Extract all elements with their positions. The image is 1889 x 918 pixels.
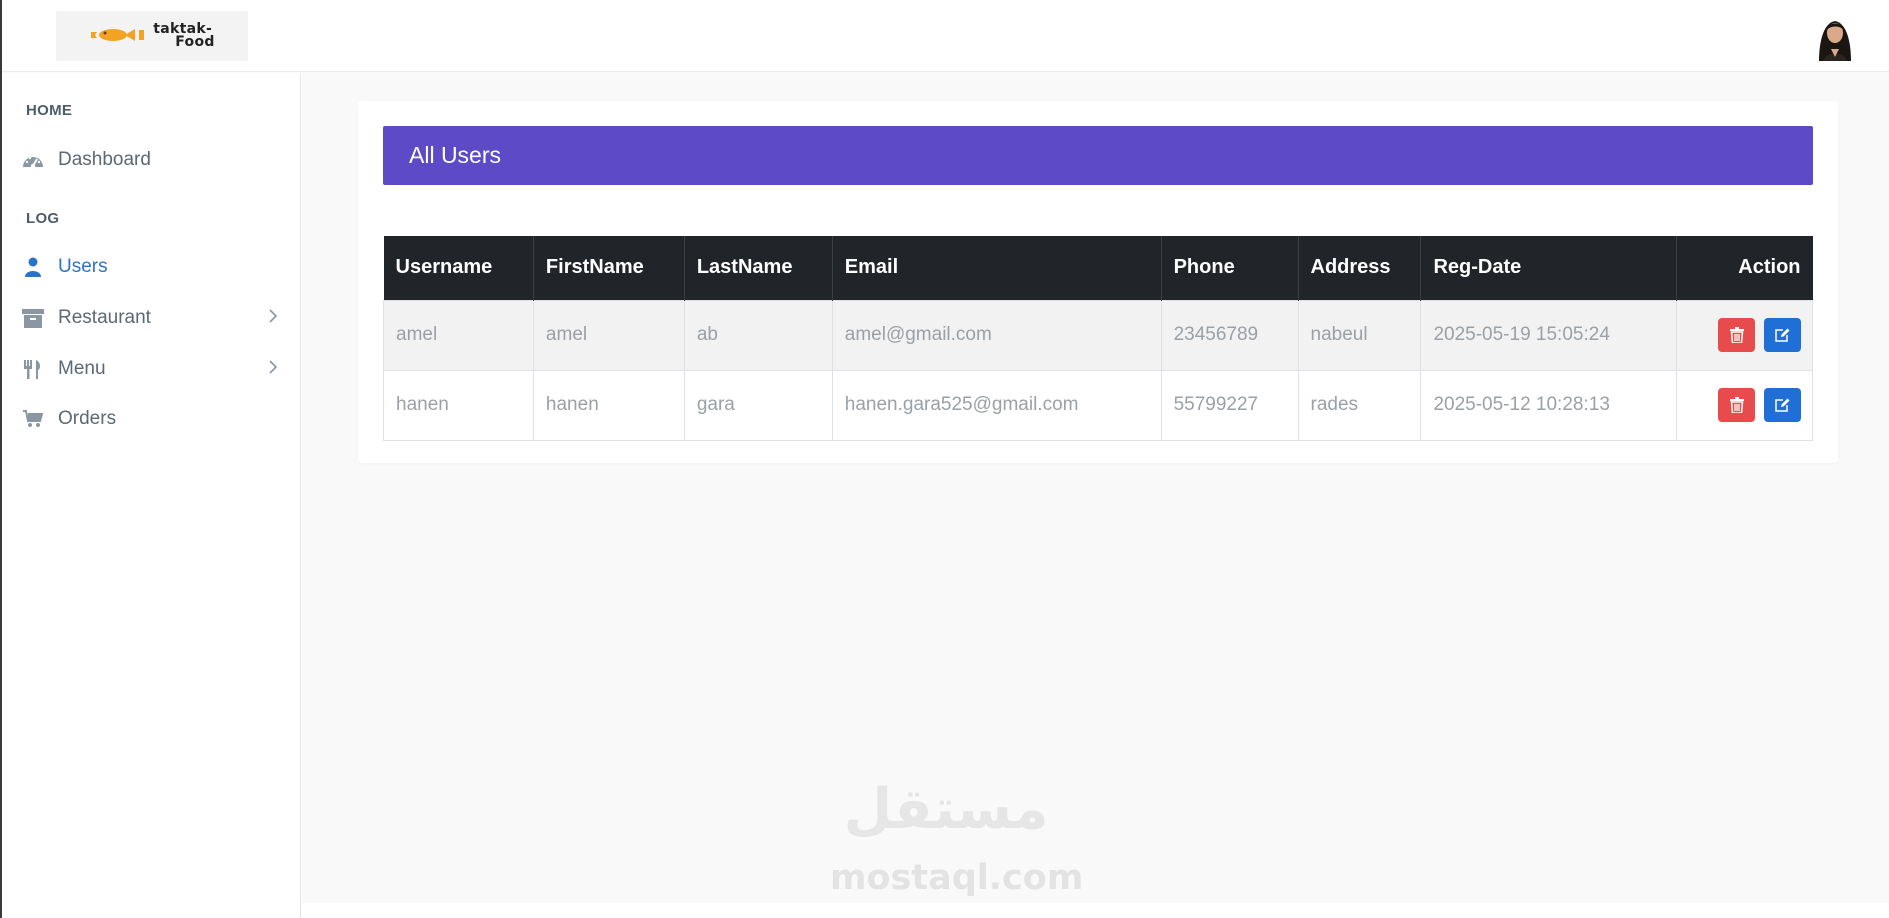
cell-lastname: ab [683,299,833,371]
cell-regdate: 2025-05-19 15:05:24 [1420,299,1678,371]
delete-button[interactable] [1718,388,1755,422]
footer-strip [302,903,1889,918]
delete-button[interactable] [1718,318,1755,352]
fish-logo-icon [91,29,145,41]
column-header-firstname[interactable]: FirstName [533,236,685,300]
sidebar-item-menu[interactable]: Menu [22,354,292,384]
sidebar-item-users[interactable]: Users [22,252,292,282]
top-header: taktak- Food [2,0,1889,72]
column-header-phone[interactable]: Phone [1161,236,1299,300]
card-title: All Users [383,126,1813,185]
sidebar-item-label: Dashboard [58,149,151,170]
cell-lastname: gara [683,369,833,441]
cell-phone: 23456789 [1160,299,1299,371]
cell-email: amel@gmail.com [831,299,1162,371]
dashboard-icon [22,149,44,171]
cutlery-icon [22,358,44,380]
cell-phone: 55799227 [1160,369,1299,441]
column-header-address[interactable]: Address [1298,236,1422,300]
edit-icon [1775,398,1790,412]
sidebar-heading-home: HOME [26,102,73,119]
sidebar-item-label: Menu [58,358,106,379]
trash-icon [1729,397,1744,413]
logo-text-line2: Food [175,34,215,50]
main-content: All Users Username FirstName LastName Em… [302,73,1889,903]
users-table: Username FirstName LastName Email Phone … [383,236,1813,441]
cell-email: hanen.gara525@gmail.com [831,369,1162,441]
app-window: taktak- Food HOME Dashboard LOG Users Re… [0,0,1889,918]
table-row: hanen hanen gara hanen.gara525@gmail.com… [383,369,1813,441]
cell-firstname: hanen [532,369,685,441]
cart-icon [22,408,44,430]
user-icon [22,256,44,278]
table-header-row: Username FirstName LastName Email Phone … [383,236,1813,300]
watermark-latin: mostaql.com [830,858,1084,898]
logo-text: taktak- Food [153,22,215,50]
archive-icon [22,307,44,329]
edit-button[interactable] [1764,318,1801,352]
sidebar-item-label: Orders [58,408,117,429]
user-avatar[interactable] [1813,13,1857,61]
cell-username: hanen [383,369,534,441]
cell-actions [1676,299,1813,371]
cell-firstname: amel [532,299,685,371]
sidebar-heading-log: LOG [26,210,60,227]
column-header-lastname[interactable]: LastName [684,236,833,300]
edit-icon [1775,328,1790,342]
column-header-email[interactable]: Email [832,236,1162,300]
cell-address: nabeul [1297,299,1422,371]
sidebar-item-label: Users [58,256,108,277]
cell-actions [1676,369,1813,441]
sidebar: HOME Dashboard LOG Users Restaurant Menu… [2,73,301,918]
sidebar-item-orders[interactable]: Orders [22,404,292,434]
chevron-right-icon [268,359,278,381]
column-header-action: Action [1676,236,1813,300]
table-row: amel amel ab amel@gmail.com 23456789 nab… [383,299,1813,371]
trash-icon [1729,327,1744,343]
sidebar-item-dashboard[interactable]: Dashboard [22,145,292,175]
brand-logo[interactable]: taktak- Food [56,11,248,61]
sidebar-item-restaurant[interactable]: Restaurant [22,303,292,333]
watermark-arabic: مستقل [843,777,1049,842]
column-header-regdate[interactable]: Reg-Date [1420,236,1678,300]
cell-regdate: 2025-05-12 10:28:13 [1420,369,1678,441]
cell-address: rades [1297,369,1422,441]
edit-button[interactable] [1764,388,1801,422]
chevron-right-icon [268,308,278,330]
sidebar-item-label: Restaurant [58,307,151,328]
users-card: All Users Username FirstName LastName Em… [358,101,1838,463]
column-header-username[interactable]: Username [383,236,534,300]
cell-username: amel [383,299,534,371]
